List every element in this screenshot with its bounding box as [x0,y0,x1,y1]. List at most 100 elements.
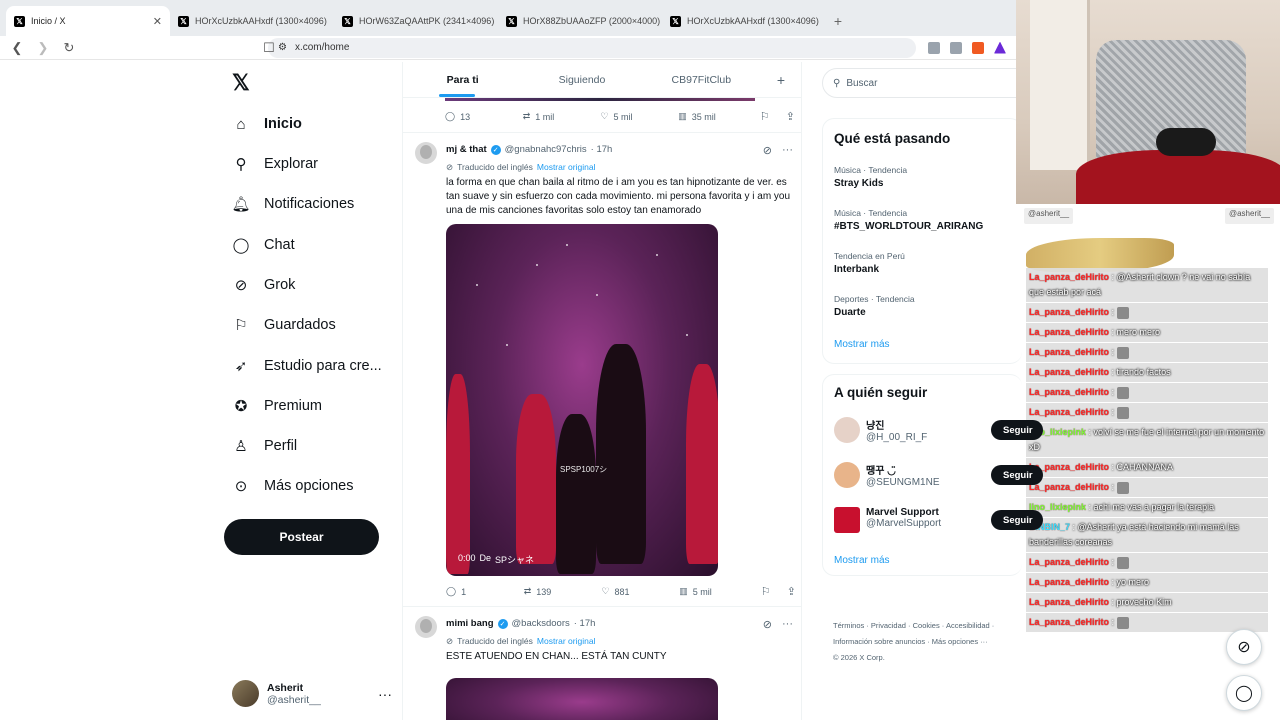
show-more-link[interactable]: Mostrar más [834,339,890,350]
url-field[interactable]: ⚙ x.com/home [268,37,916,58]
chat-message: lino_lixiepink : achi me vas a pagar la … [1026,498,1268,517]
webcam-overlay [1016,0,1280,204]
show-original-link[interactable]: Mostrar original [537,636,596,647]
tab-cb97fitclub[interactable]: CB97FitClub [642,74,761,86]
grok-icon[interactable]: ⊘ [763,618,772,631]
bookmark-icon[interactable]: ⚐ [761,585,771,598]
sidebar-item-chat[interactable]: ◯ Chat [232,233,295,257]
chat-header: @asherit__ @asherit__ [1024,208,1274,224]
author-handle[interactable]: @gnabnahc97chris [505,144,587,155]
show-original-link[interactable]: Mostrar original [537,162,596,173]
like-button[interactable]: ♡ 5 mil [600,111,678,122]
trends-panel: Qué está pasando Música · Tendencia Stra… [822,118,1022,364]
sidebar-item-inicio[interactable]: ⌂ Inicio [232,112,301,136]
tab-para-ti[interactable]: Para ti [403,74,522,86]
grok-button[interactable]: ⊘ [1226,629,1262,665]
rewards-icon[interactable] [994,41,1006,54]
trend-item[interactable]: Interbank [834,264,879,275]
browser-tab[interactable]: 𝕏 HOrXcUzbkAAHxdf (1300×4096) [662,6,826,36]
bookmark-icon[interactable]: ⚐ [760,110,770,123]
new-tab-button[interactable]: + [826,6,850,36]
trend-meta: Música · Tendencia [834,165,908,175]
trend-item[interactable]: #BTS_WORLDTOUR_ARIRANG [834,221,983,232]
browser-tab[interactable]: 𝕏 HOrX88ZbUAAoZFP (2000×4000) [498,6,662,36]
like-button[interactable]: ♡ 881 [601,586,679,597]
more-dots-icon[interactable]: ··· [782,618,793,631]
follow-button[interactable]: Seguir [991,465,1043,485]
avatar[interactable] [415,616,437,638]
chat-user: La_panza_deHirito [1029,272,1110,282]
forward-icon[interactable]: ❯ [36,40,50,56]
bookmark-page-icon[interactable]: ☐ [262,40,276,56]
reload-icon[interactable]: ↻ [62,40,76,56]
views-button[interactable]: ▥ 35 mil [678,111,760,122]
messages-button[interactable]: ◯ [1226,675,1262,711]
avatar [834,462,860,488]
grok-icon[interactable]: ⊘ [763,144,772,157]
x-logo-icon[interactable]: 𝕏 [232,70,250,96]
tweet-media[interactable] [446,678,718,720]
author-name[interactable]: mimi bang [446,618,494,629]
post-button[interactable]: Postear [224,519,379,555]
tweet-time[interactable]: · 17h [574,618,596,629]
brave-shield-icon[interactable] [972,41,984,54]
search-input[interactable]: ⚲ Buscar [822,68,1032,98]
sidebar-item-grok[interactable]: ⊘ Grok [232,273,296,297]
translated-label: Traducido del inglés [457,636,533,646]
x-favicon-icon: 𝕏 [506,15,517,27]
tab-siguiendo[interactable]: Siguiendo [522,74,641,86]
author-handle[interactable]: @backsdoors [512,618,570,629]
tweet[interactable]: mj & that ✓ @gnabnahc97chris · 17h ⊘ ··· … [415,142,799,602]
sidebar-item-premium[interactable]: ✪ Premium [232,394,322,418]
reply-button[interactable]: ◯ 13 [445,111,523,122]
follow-button[interactable]: Seguir [991,510,1043,530]
follow-suggestion[interactable]: Marvel Support @MarvelSupport [834,507,941,533]
close-icon[interactable]: ✕ [153,15,162,28]
account-switcher[interactable]: Asherit @asherit__ ··· [232,680,392,707]
more-dots-icon[interactable]: ··· [378,686,392,702]
chat-text: : yo mero [1111,577,1150,587]
footer-line[interactable]: Términos · Privacidad · Cookies · Accesi… [833,618,1033,634]
repost-button[interactable]: ⇄ 139 [524,586,602,597]
tab-title: HOrX88ZbUAAoZFP (2000×4000) [523,16,661,26]
chat-message: La_panza_deHirito : [1026,553,1268,572]
follow-suggestion[interactable]: 땡꾸 ◡̈ @SEUNGM1NE [834,462,940,488]
reply-button[interactable]: ◯ 1 [446,586,524,597]
follow-suggestion[interactable]: 냥진 @H_00_RI_F [834,417,927,443]
translate-icon[interactable] [928,41,940,54]
footer-line[interactable]: Información sobre anuncios · Más opcione… [833,634,1033,650]
sidebar-item-explorar[interactable]: ⚲ Explorar [232,152,319,176]
show-more-link[interactable]: Mostrar más [834,555,890,566]
sidebar-item-mas-opciones[interactable]: ⊙ Más opciones [232,474,354,498]
video-watermark: SPSP1007シ [560,465,608,474]
tweet-video[interactable]: SPSP1007シ 0:00 De SPシャネ [446,224,718,576]
search-placeholder: Buscar [846,77,878,89]
tweet-actions: ◯ 1 ⇄ 139 ♡ 881 ▥ 5 mil ⚐ ⇪ [446,585,796,598]
site-info-icon[interactable]: ⚙ [278,42,287,53]
trend-item[interactable]: Duarte [834,307,866,318]
tweet[interactable]: mimi bang ✓ @backsdoors · 17h ⊘ ··· ⊘ Trad… [415,616,799,720]
sidebar-item-guardados[interactable]: ⚐ Guardados [232,313,335,337]
views-button[interactable]: ▥ 5 mil [679,586,761,597]
browser-tab[interactable]: 𝕏 HOrXcUzbkAAHxdf (1300×4096) [170,6,334,36]
sidebar-item-notificaciones[interactable]: 🔔︎ Notificaciones [231,192,354,216]
share-icon[interactable]: ⇪ [787,585,796,598]
back-icon[interactable]: ❮ [10,40,24,56]
chat-text: : CAHANNANA [1111,462,1174,472]
share-icon[interactable]: ⇪ [786,110,795,123]
author-name[interactable]: mj & that [446,144,487,155]
avatar[interactable] [415,142,437,164]
trend-item[interactable]: Stray Kids [834,178,883,189]
tweet-time[interactable]: · 17h [591,144,613,155]
more-dots-icon[interactable]: ··· [782,144,793,157]
add-tab-icon[interactable]: + [761,72,801,88]
sidebar-item-estudio[interactable]: ➶ Estudio para cre... [232,354,382,378]
cast-icon[interactable] [950,41,962,54]
browser-tab[interactable]: 𝕏 HOrW63ZaQAAttPK (2341×4096) [334,6,498,36]
repost-button[interactable]: ⇄ 1 mil [523,111,601,122]
chat-user: La_panza_deHirito [1029,407,1110,417]
follow-button[interactable]: Seguir [991,420,1043,440]
sidebar-item-perfil[interactable]: ♙ Perfil [232,434,297,458]
emote-icon [1116,306,1129,319]
browser-tab[interactable]: 𝕏 Inicio / X ✕ [6,6,170,36]
